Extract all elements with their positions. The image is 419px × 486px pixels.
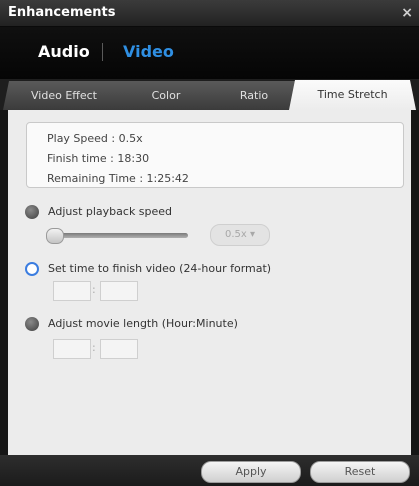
- adjust-length-label: Adjust movie length (Hour:Minute): [48, 317, 238, 330]
- set-finish-label: Set time to finish video (24-hour format…: [48, 262, 272, 275]
- title-bar[interactable]: Enhancements ×: [0, 0, 419, 27]
- chevron-down-icon: ▾: [249, 229, 256, 240]
- enhancements-window: Enhancements × Audio Video Video Effect …: [0, 0, 419, 486]
- footer-bar: Apply Reset: [0, 455, 419, 486]
- slider-knob[interactable]: [46, 228, 64, 244]
- speed-value: 0.5x: [224, 229, 247, 240]
- tab-color[interactable]: Color: [113, 81, 219, 110]
- finish-separator: :: [92, 283, 96, 296]
- apply-button[interactable]: Apply: [201, 461, 301, 483]
- reset-button[interactable]: Reset: [310, 461, 410, 483]
- remaining-time-text: Remaining Time : 1:25:42: [47, 172, 189, 185]
- finish-minute-input[interactable]: [100, 281, 138, 301]
- window-title: Enhancements: [8, 5, 116, 20]
- audio-tab[interactable]: Audio: [38, 42, 90, 61]
- finish-time-text: Finish time : 18:30: [47, 152, 150, 165]
- close-icon[interactable]: ×: [401, 5, 413, 21]
- speed-dropdown[interactable]: 0.5x ▾: [210, 224, 270, 246]
- tab-ratio[interactable]: Ratio: [206, 81, 302, 110]
- speed-slider[interactable]: [46, 228, 188, 244]
- length-hour-input[interactable]: [53, 339, 91, 359]
- header-divider: [102, 43, 103, 61]
- video-tab[interactable]: Video: [123, 42, 174, 61]
- enhancement-tabs: Video Effect Color Ratio Time Stretch: [0, 79, 419, 110]
- radio-adjust-length[interactable]: [25, 317, 39, 331]
- time-stretch-panel: Play Speed : 0.5x Finish time : 18:30 Re…: [8, 110, 411, 455]
- info-box: Play Speed : 0.5x Finish time : 18:30 Re…: [26, 122, 404, 188]
- radio-adjust-speed[interactable]: [25, 205, 39, 219]
- audio-video-header: Audio Video: [0, 27, 419, 79]
- radio-set-finish[interactable]: [25, 262, 39, 276]
- length-separator: :: [92, 341, 96, 354]
- finish-hour-input[interactable]: [53, 281, 91, 301]
- tab-time-stretch[interactable]: Time Stretch: [289, 80, 416, 110]
- adjust-speed-label: Adjust playback speed: [48, 205, 173, 218]
- length-minute-input[interactable]: [100, 339, 138, 359]
- play-speed-text: Play Speed : 0.5x: [47, 132, 143, 145]
- tab-video-effect[interactable]: Video Effect: [3, 81, 125, 110]
